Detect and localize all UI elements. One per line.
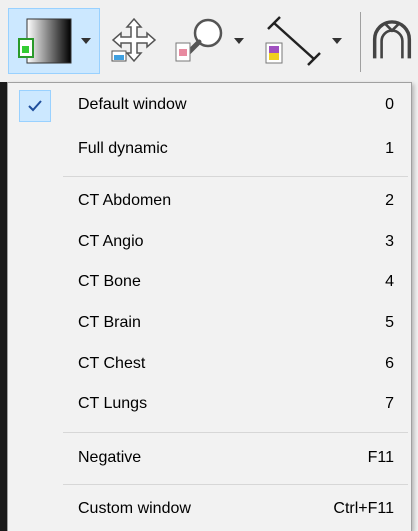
menu-item-shortcut: 1 (385, 140, 394, 157)
window-level-icon (18, 18, 72, 64)
toolbar (0, 0, 418, 82)
menu-item-label: Negative (78, 449, 142, 466)
menu-item-label: CT Brain (78, 314, 141, 331)
menu-item-label: CT Bone (78, 273, 141, 290)
menu-item-label: CT Angio (78, 233, 144, 250)
menu-item-shortcut: 4 (385, 273, 394, 290)
measure-line-icon (265, 16, 321, 66)
menu-item-shortcut: Ctrl+F11 (333, 500, 394, 517)
menu-item-shortcut: 7 (385, 395, 394, 412)
measure-button[interactable] (260, 8, 352, 74)
menu-item-shortcut: 5 (385, 314, 394, 331)
window-border (0, 82, 7, 531)
menu-item-ct-bone[interactable]: CT Bone 4 (11, 264, 408, 302)
menu-item-label: Custom window (78, 500, 191, 517)
menu-item-negative[interactable]: Negative F11 (11, 440, 408, 478)
pan-button[interactable] (106, 8, 168, 74)
rotate-button[interactable] (366, 8, 418, 74)
menu-item-ct-angio[interactable]: CT Angio 3 (11, 224, 408, 262)
menu-item-label: CT Lungs (78, 395, 148, 412)
menu-item-label: CT Chest (78, 355, 146, 372)
zoom-button[interactable] (172, 8, 256, 74)
pan-move-icon (111, 17, 157, 63)
chevron-down-icon[interactable] (330, 34, 344, 48)
menu-item-custom-window[interactable]: Custom window Ctrl+F11 (11, 491, 408, 529)
chevron-down-icon[interactable] (79, 34, 93, 48)
menu-item-label: CT Abdomen (78, 192, 172, 209)
menu-item-ct-brain[interactable]: CT Brain 5 (11, 305, 408, 343)
zoom-magnifier-icon (175, 18, 223, 62)
checkmark-icon (19, 90, 51, 122)
menu-item-shortcut: 6 (385, 355, 394, 372)
window-level-button[interactable] (8, 8, 100, 74)
menu-item-label: Default window (78, 96, 187, 113)
viewer-window: Default window 0 Full dynamic 1 CT Abdom… (0, 0, 418, 531)
menu-item-shortcut: 3 (385, 233, 394, 250)
menu-item-full-dynamic[interactable]: Full dynamic 1 (11, 131, 408, 169)
toolbar-separator (360, 12, 361, 72)
menu-item-shortcut: F11 (367, 449, 394, 466)
rotate-3d-icon (372, 20, 412, 59)
menu-item-ct-abdomen[interactable]: CT Abdomen 2 (11, 183, 408, 221)
menu-item-label: Full dynamic (78, 140, 168, 157)
menu-item-default-window[interactable]: Default window 0 (11, 87, 408, 125)
menu-item-ct-lungs[interactable]: CT Lungs 7 (11, 386, 408, 424)
window-preset-menu: Default window 0 Full dynamic 1 CT Abdom… (7, 82, 412, 531)
menu-item-shortcut: 0 (385, 96, 394, 113)
chevron-down-icon[interactable] (232, 34, 246, 48)
menu-item-ct-chest[interactable]: CT Chest 6 (11, 346, 408, 384)
menu-separator (63, 432, 408, 433)
menu-item-shortcut: 2 (385, 192, 394, 209)
menu-separator (63, 484, 408, 485)
menu-separator (63, 176, 408, 177)
